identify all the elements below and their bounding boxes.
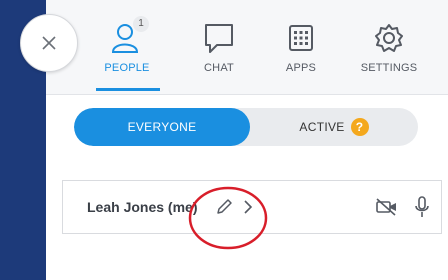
tab-people[interactable]: 1 PEOPLE <box>94 16 160 92</box>
camera-off-icon[interactable] <box>375 197 399 217</box>
tab-apps[interactable]: APPS <box>268 20 334 92</box>
close-icon <box>42 36 56 50</box>
chat-icon <box>201 20 237 56</box>
tab-chat-label: CHAT <box>204 62 234 74</box>
participant-name: Leah Jones (me) <box>87 199 198 215</box>
microphone-icon[interactable] <box>413 195 431 219</box>
tab-settings-label: SETTINGS <box>360 62 418 74</box>
annotation-highlight-circle <box>188 186 268 250</box>
tab-apps-label: APPS <box>285 62 317 74</box>
people-count-badge: 1 <box>133 16 149 32</box>
filter-active-label: ACTIVE <box>299 120 345 134</box>
settings-icon <box>371 20 407 56</box>
active-tab-indicator <box>96 88 160 91</box>
people-icon: 1 <box>109 16 149 56</box>
tab-people-label: PEOPLE <box>104 62 150 74</box>
help-badge[interactable]: ? <box>350 117 369 136</box>
participant-filter: EVERYONE ACTIVE? <box>74 108 418 146</box>
tab-settings[interactable]: SETTINGS <box>356 20 422 92</box>
filter-everyone-button[interactable]: EVERYONE <box>74 108 250 146</box>
tab-chat[interactable]: CHAT <box>186 20 252 92</box>
apps-icon <box>283 20 319 56</box>
filter-active-button[interactable]: ACTIVE? <box>250 108 418 146</box>
close-button[interactable] <box>20 14 78 72</box>
